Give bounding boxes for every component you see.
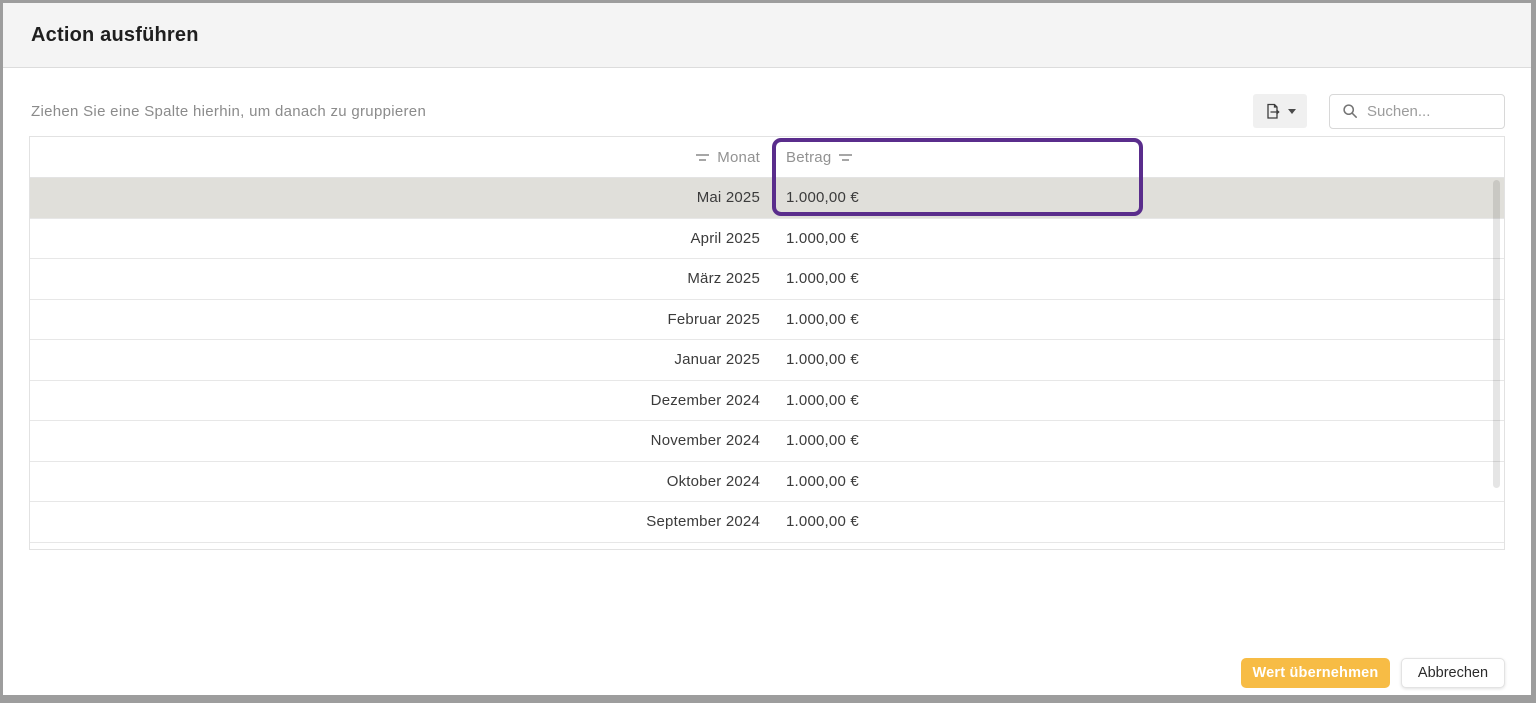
column-header-monat[interactable]: Monat bbox=[30, 149, 772, 166]
search-icon bbox=[1342, 103, 1358, 119]
cell-betrag: 1.000,00 € bbox=[786, 432, 859, 449]
column-header-betrag[interactable]: Betrag bbox=[772, 149, 1504, 166]
table-row[interactable]: September 2024 1.000,00 € bbox=[30, 502, 1504, 543]
table-row-partial bbox=[30, 543, 1504, 549]
grid-header-row: Monat Betrag bbox=[30, 137, 1504, 178]
header-filter-icon[interactable] bbox=[839, 154, 852, 161]
cell-betrag: 1.000,00 € bbox=[786, 311, 859, 328]
vertical-scrollbar-thumb[interactable] bbox=[1493, 180, 1500, 488]
cell-monat: Mai 2025 bbox=[697, 189, 760, 206]
header-filter-icon[interactable] bbox=[696, 154, 709, 161]
page-title: Action ausführen bbox=[31, 24, 199, 47]
toolbar-right bbox=[1253, 94, 1505, 129]
cell-monat: September 2024 bbox=[646, 513, 760, 530]
group-panel-hint[interactable]: Ziehen Sie eine Spalte hierhin, um danac… bbox=[31, 103, 426, 120]
export-button[interactable] bbox=[1253, 94, 1307, 128]
dialog-body: Ziehen Sie eine Spalte hierhin, um danac… bbox=[3, 68, 1531, 695]
table-row[interactable]: November 2024 1.000,00 € bbox=[30, 421, 1504, 462]
table-row[interactable]: März 2025 1.000,00 € bbox=[30, 259, 1504, 300]
grid-toolbar: Ziehen Sie eine Spalte hierhin, um danac… bbox=[31, 93, 1505, 129]
table-row[interactable]: Februar 2025 1.000,00 € bbox=[30, 300, 1504, 341]
cell-betrag: 1.000,00 € bbox=[786, 189, 859, 206]
cell-monat: Oktober 2024 bbox=[667, 473, 760, 490]
cell-betrag: 1.000,00 € bbox=[786, 473, 859, 490]
cell-monat: Januar 2025 bbox=[674, 351, 760, 368]
dialog-footer: Wert übernehmen Abbrechen bbox=[1241, 658, 1505, 688]
cell-betrag: 1.000,00 € bbox=[786, 351, 859, 368]
export-file-icon bbox=[1264, 103, 1281, 120]
caret-down-icon bbox=[1288, 109, 1296, 114]
cell-monat: April 2025 bbox=[690, 230, 760, 247]
cell-monat: März 2025 bbox=[687, 270, 760, 287]
cell-betrag: 1.000,00 € bbox=[786, 230, 859, 247]
table-row[interactable]: Januar 2025 1.000,00 € bbox=[30, 340, 1504, 381]
table-row[interactable]: Dezember 2024 1.000,00 € bbox=[30, 381, 1504, 422]
search-box[interactable] bbox=[1329, 94, 1505, 129]
table-row[interactable]: Oktober 2024 1.000,00 € bbox=[30, 462, 1504, 503]
column-label: Betrag bbox=[786, 149, 831, 166]
table-row-selected[interactable]: Mai 2025 1.000,00 € bbox=[30, 178, 1504, 219]
cell-betrag: 1.000,00 € bbox=[786, 392, 859, 409]
table-row[interactable]: April 2025 1.000,00 € bbox=[30, 219, 1504, 260]
cell-monat: Dezember 2024 bbox=[651, 392, 760, 409]
cell-betrag: 1.000,00 € bbox=[786, 513, 859, 530]
cell-monat: November 2024 bbox=[651, 432, 760, 449]
apply-value-button[interactable]: Wert übernehmen bbox=[1241, 658, 1390, 688]
search-input[interactable] bbox=[1367, 103, 1494, 120]
data-grid: Monat Betrag Mai 2025 1.000,00 € April 2… bbox=[29, 136, 1505, 550]
cell-betrag: 1.000,00 € bbox=[786, 270, 859, 287]
action-dialog: Action ausführen Ziehen Sie eine Spalte … bbox=[3, 3, 1531, 695]
dialog-titlebar: Action ausführen bbox=[3, 3, 1531, 68]
cancel-button[interactable]: Abbrechen bbox=[1401, 658, 1505, 688]
column-label: Monat bbox=[717, 149, 760, 166]
cell-monat: Februar 2025 bbox=[668, 311, 760, 328]
